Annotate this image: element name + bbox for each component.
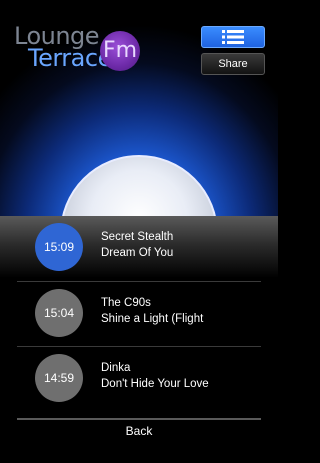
track-time-badge: 15:04	[35, 289, 83, 337]
track-title: Don't Hide Your Love	[101, 378, 209, 390]
track-title: Dream Of You	[101, 247, 174, 259]
track-artist: Dinka	[101, 362, 131, 374]
player-screen: Lounge Terrace Fm Share 15:09 Secret Ste…	[0, 0, 278, 463]
footer-divider	[17, 418, 261, 420]
playlist-button[interactable]	[201, 26, 265, 48]
logo-fm-badge: Fm	[100, 31, 140, 71]
track-time-badge: 14:59	[35, 354, 83, 402]
station-logo: Lounge Terrace Fm	[14, 22, 144, 72]
list-icon	[222, 30, 244, 44]
track-artist: Secret Stealth	[101, 231, 174, 243]
track-row[interactable]: 15:04 The C90s Shine a Light (Flight	[17, 282, 261, 346]
share-button[interactable]: Share	[201, 53, 265, 75]
track-artist: The C90s	[101, 297, 151, 309]
track-row[interactable]: 14:59 Dinka Don't Hide Your Love	[17, 347, 261, 411]
back-button[interactable]: Back	[0, 424, 278, 440]
track-time-badge: 15:09	[35, 223, 83, 271]
track-row[interactable]: 15:09 Secret Stealth Dream Of You	[17, 216, 261, 280]
track-title: Shine a Light (Flight	[101, 313, 204, 325]
